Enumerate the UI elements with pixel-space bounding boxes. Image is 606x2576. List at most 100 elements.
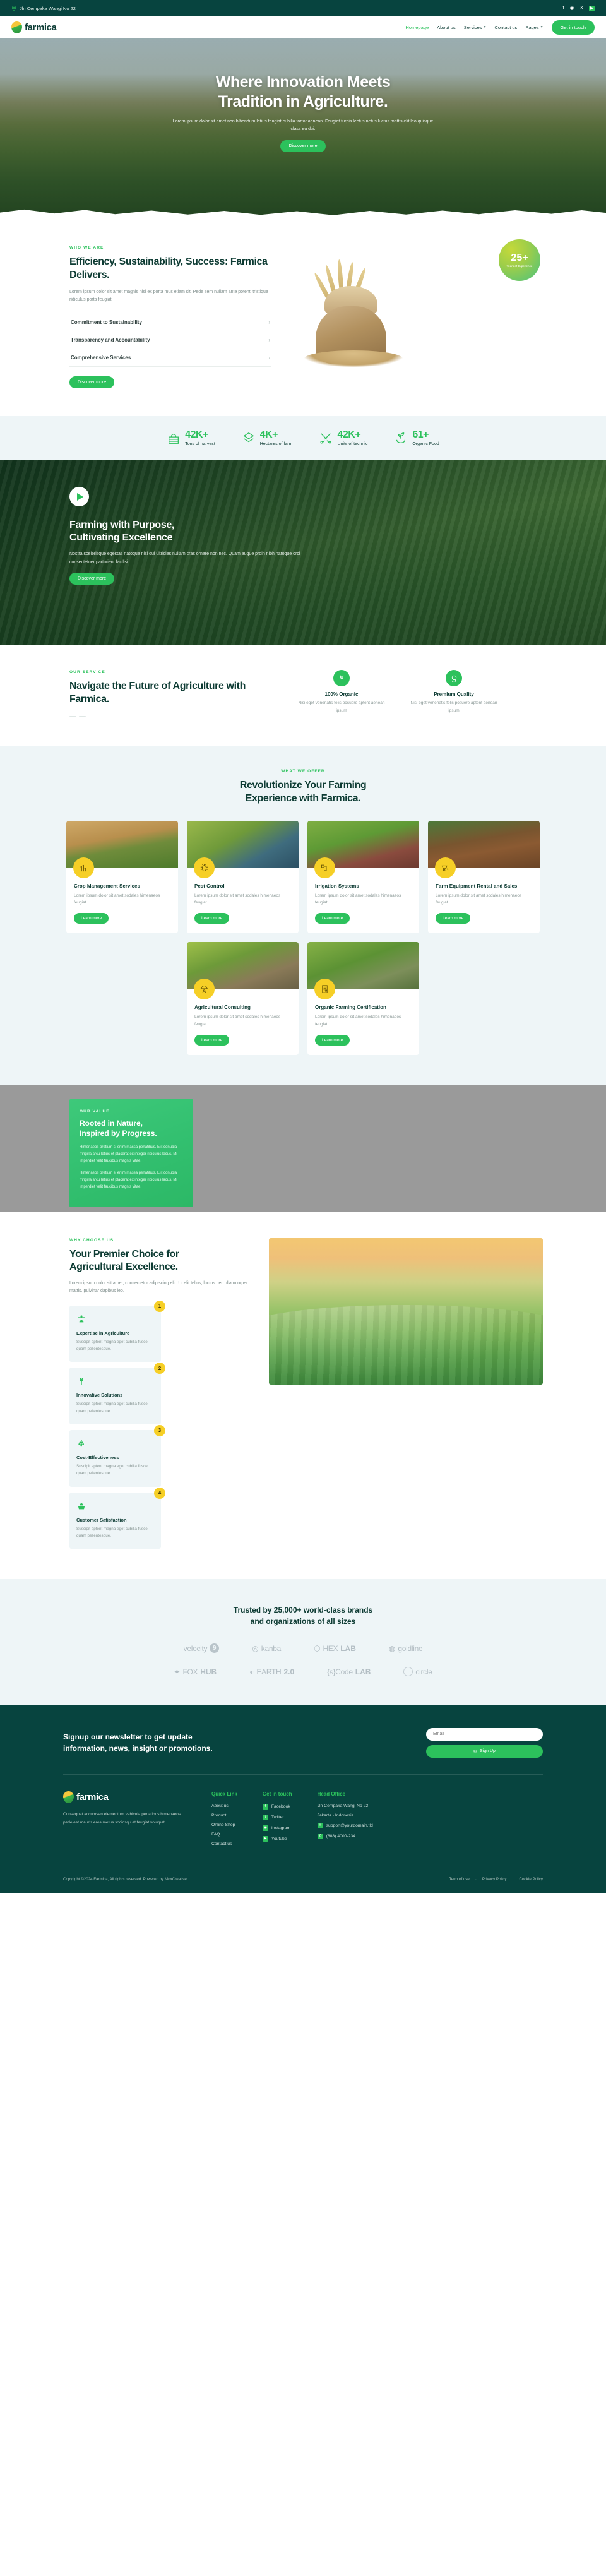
offer-card-photo bbox=[66, 820, 178, 878]
nav-item-about-us[interactable]: About us bbox=[437, 25, 456, 30]
why-card-title: Innovative Solutions bbox=[76, 1392, 123, 1398]
x-twitter-icon[interactable]: X bbox=[580, 6, 583, 11]
offer-cards-grid: Crop Management Services Lorem ipsum dol… bbox=[63, 820, 543, 1055]
footer-email[interactable]: ✉ support@yourdomain.tld bbox=[317, 1822, 373, 1828]
wheat-icon bbox=[333, 670, 350, 686]
tools-icon bbox=[320, 433, 331, 444]
offer-card-title: Organic Farming Certification bbox=[315, 1005, 386, 1011]
goldline-logo: ◍ goldline bbox=[389, 1643, 423, 1653]
offer-card[interactable]: Crop Management Services Lorem ipsum dol… bbox=[66, 820, 178, 934]
footer-social-instagram[interactable]: ◉ Instagram bbox=[262, 1825, 292, 1831]
why-card-text: Suscipit aptent magna eget cubilia fusce… bbox=[76, 1402, 148, 1414]
instagram-icon[interactable]: ◉ bbox=[570, 6, 574, 11]
top-bar-socials[interactable]: f ◉ X ▶ bbox=[562, 5, 595, 11]
footer-social-twitter[interactable]: t Twitter bbox=[262, 1814, 292, 1820]
site-footer: Signup our newsletter to get update info… bbox=[0, 1705, 606, 1893]
nav-item-services[interactable]: Services ▼ bbox=[464, 25, 487, 30]
our-service-title: Navigate the Future of Agriculture with … bbox=[69, 681, 246, 705]
video-discover-more-button[interactable]: Discover more bbox=[69, 573, 115, 585]
about-discover-more-button[interactable]: Discover more bbox=[69, 376, 115, 389]
about-text-column: WHO WE ARE Efficiency, Sustainability, S… bbox=[63, 246, 271, 389]
footer-quick-link-title: Quick Link bbox=[211, 1791, 237, 1797]
why-text-column: WHY CHOOSE US Your Premier Choice for Ag… bbox=[63, 1238, 252, 1549]
footer-link-label[interactable]: Product bbox=[211, 1813, 226, 1818]
offer-card-title: Agricultural Consulting bbox=[194, 1005, 251, 1011]
footer-link-about-us[interactable]: About us bbox=[211, 1804, 237, 1808]
get-in-touch-button[interactable]: Get in touch bbox=[551, 20, 595, 35]
offer-card-learn-more-button[interactable]: Learn more bbox=[74, 913, 109, 924]
why-card-title: Cost-Effectiveness bbox=[76, 1454, 119, 1460]
offer-card-learn-more-button[interactable]: Learn more bbox=[315, 1034, 350, 1046]
newsletter-block: Signup our newsletter to get update info… bbox=[63, 1727, 543, 1774]
our-value-card: OUR VALUE Rooted in Nature, Inspired by … bbox=[69, 1099, 193, 1208]
footer-columns: farmica Consequat accumsan elementum veh… bbox=[63, 1775, 543, 1869]
footer-term-of-use[interactable]: Term of use bbox=[449, 1877, 470, 1881]
footer-logo[interactable]: farmica bbox=[63, 1791, 186, 1803]
accordion-item-sustainability[interactable]: Commitment to Sustainability › bbox=[69, 314, 271, 332]
offer-card-learn-more-button[interactable]: Learn more bbox=[436, 913, 471, 924]
offer-card[interactable]: Organic Farming Certification Lorem ipsu… bbox=[307, 942, 419, 1055]
footer-social-facebook[interactable]: f Facebook bbox=[262, 1803, 292, 1810]
play-video-button[interactable] bbox=[69, 487, 89, 506]
nav-item-pages[interactable]: Pages ▼ bbox=[525, 25, 543, 30]
brands-heading: Trusted by 25,000+ world-class brands an… bbox=[63, 1604, 543, 1627]
why-title: Your Premier Choice for Agricultural Exc… bbox=[69, 1248, 252, 1275]
offer-title-line2: Experience with Farmica. bbox=[245, 793, 361, 804]
offer-card-learn-more-button[interactable]: Learn more bbox=[194, 913, 230, 924]
our-service-eyebrow: OUR SERVICE bbox=[69, 670, 105, 674]
why-title-line2: Agricultural Excellence. bbox=[69, 1261, 178, 1273]
earth20-logo-bold: 2.0 bbox=[283, 1667, 295, 1676]
facebook-icon[interactable]: f bbox=[562, 6, 564, 11]
footer-link-label[interactable]: Contact us bbox=[211, 1842, 232, 1846]
footer-social-youtube[interactable]: ▶ Youtube bbox=[262, 1835, 292, 1842]
footer-phone[interactable]: ✆ (888) 4000-234 bbox=[317, 1833, 373, 1839]
bug-icon bbox=[194, 857, 215, 878]
nav-item-services-label: Services bbox=[463, 24, 482, 30]
offer-card[interactable]: Agricultural Consulting Lorem ipsum dolo… bbox=[187, 942, 299, 1055]
top-bar: Jln Cempaka Wangi No 22 f ◉ X ▶ bbox=[0, 0, 606, 16]
farmer-icon bbox=[76, 1314, 154, 1325]
stat-label: Tons of harvest bbox=[185, 442, 215, 446]
footer-link-label[interactable]: FAQ bbox=[211, 1832, 220, 1837]
our-value-section: OUR VALUE Rooted in Nature, Inspired by … bbox=[0, 1085, 606, 1212]
nav-item-homepage[interactable]: Homepage bbox=[405, 25, 429, 30]
youtube-icon[interactable]: ▶ bbox=[589, 5, 595, 11]
offer-card-learn-more-button[interactable]: Learn more bbox=[194, 1034, 230, 1046]
accordion-item-services[interactable]: Comprehensive Services › bbox=[69, 349, 271, 367]
newsletter-email-input[interactable] bbox=[426, 1727, 543, 1741]
facebook-icon: f bbox=[262, 1803, 268, 1810]
offer-card[interactable]: Irrigation Systems Lorem ipsum dolor sit… bbox=[307, 820, 419, 934]
rolling-hills-image bbox=[269, 1237, 543, 1385]
footer-cookie-policy[interactable]: Cookie Policy bbox=[520, 1877, 544, 1881]
footer-link-contact-us[interactable]: Contact us bbox=[211, 1842, 237, 1846]
site-logo[interactable]: farmica bbox=[11, 21, 57, 33]
accordion-item-transparency[interactable]: Transparency and Accountability › bbox=[69, 331, 271, 350]
envelope-icon: ✉ bbox=[317, 1822, 323, 1828]
footer-link-faq[interactable]: FAQ bbox=[211, 1832, 237, 1837]
footer-link-label[interactable]: Online Shop bbox=[211, 1823, 235, 1827]
offer-card[interactable]: Pest Control Lorem ipsum dolor sit amet … bbox=[187, 820, 299, 934]
codelab-logo-text: {s}Code bbox=[327, 1667, 353, 1676]
phone-icon: ✆ bbox=[317, 1833, 323, 1839]
offer-card-text: Lorem ipsum dolor sit amet sodales himen… bbox=[194, 893, 281, 905]
brands-heading-line2: and organizations of all sizes bbox=[250, 1617, 356, 1626]
nav-item-contact-us[interactable]: Contact us bbox=[494, 25, 517, 30]
hero-discover-more-button[interactable]: Discover more bbox=[280, 140, 326, 152]
goldline-logo-text: goldline bbox=[398, 1643, 423, 1653]
footer-link-label[interactable]: About us bbox=[211, 1804, 229, 1808]
offer-card[interactable]: Farm Equipment Rental and Sales Lorem ip… bbox=[428, 820, 540, 934]
footer-legal-separator: · bbox=[512, 1876, 514, 1881]
offer-card-learn-more-button[interactable]: Learn more bbox=[315, 913, 350, 924]
footer-privacy-policy[interactable]: Privacy Policy bbox=[482, 1877, 507, 1881]
about-accordion: Commitment to Sustainability › Transpare… bbox=[69, 314, 271, 367]
our-service-carousel-dots[interactable] bbox=[69, 715, 265, 717]
nav-links: Homepage About us Services ▼ Contact us P… bbox=[405, 20, 595, 35]
kanba-logo: ◎ kanba bbox=[252, 1644, 281, 1653]
footer-link-online-shop[interactable]: Online Shop bbox=[211, 1823, 237, 1827]
offer-eyebrow: WHAT WE OFFER bbox=[281, 768, 325, 773]
accordion-item-label: Transparency and Accountability bbox=[71, 337, 150, 343]
hero-title: Where Innovation Meets Tradition in Agri… bbox=[0, 73, 606, 111]
newsletter-signup-button[interactable]: ✉ Sign Up bbox=[426, 1744, 543, 1758]
about-title: Efficiency, Sustainability, Success: Far… bbox=[69, 256, 268, 280]
footer-link-product[interactable]: Product bbox=[211, 1813, 237, 1818]
